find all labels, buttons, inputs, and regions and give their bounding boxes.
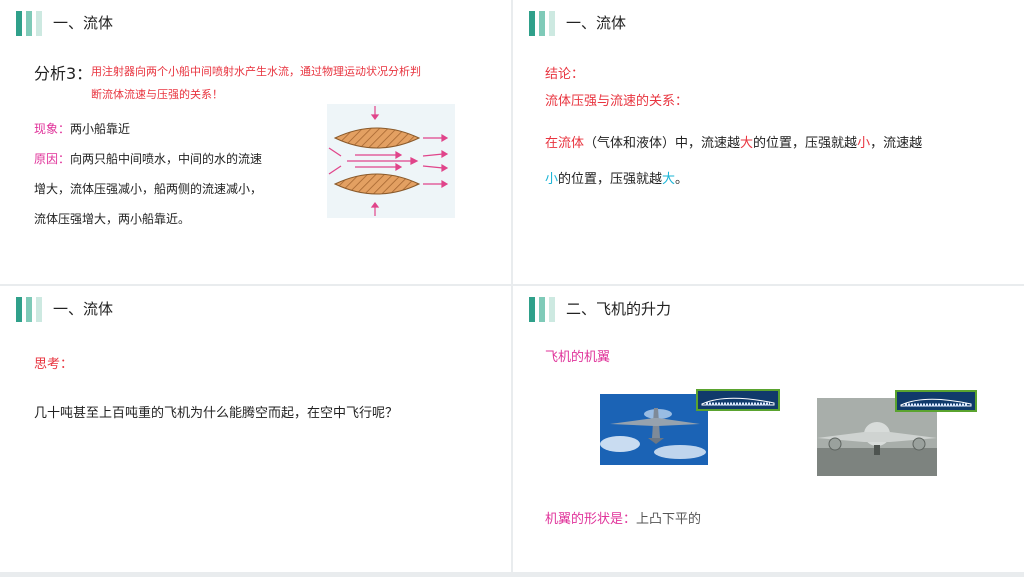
sentence-part: 的位置，压强就越: [753, 136, 858, 151]
slide-title: 一、流体: [53, 14, 114, 32]
term-fluid: 在流体: [545, 136, 585, 151]
slide-fluid-analysis: 一、流体 分析3： 用注射器向两个小船中间喷射水产生水流，通过物理运动状况分析判…: [0, 0, 511, 284]
slide-title: 一、流体: [566, 14, 627, 32]
wing-section-inset-1: [696, 389, 780, 411]
phenomenon-label: 现象：: [34, 122, 71, 136]
slide-title: 一、流体: [53, 300, 114, 318]
conclusion-sentence-line-1: 在流体（气体和液体）中，流速越大的位置，压强就越小，流速越: [545, 132, 922, 151]
think-label: 思考：: [34, 357, 74, 372]
slide-fluid-conclusion: 一、流体 结论： 流体压强与流速的关系： 在流体（气体和液体）中，流速越大的位置…: [513, 0, 1024, 284]
reason-label: 原因：: [34, 152, 71, 166]
wing-section-inset-2: [895, 390, 977, 412]
sentence-part: 的位置，压强就越: [558, 172, 663, 187]
reason-line-1: 向两只船中间喷水，中间的水的流速: [70, 152, 263, 166]
shape-text: 上凸下平的: [636, 512, 702, 527]
phenomenon-text: 两小船靠近: [70, 122, 131, 136]
phenomenon-row: 现象：两小船靠近: [34, 120, 130, 137]
slide-fluid-thinking: 一、流体 思考： 几十吨甚至上百吨重的飞机为什么能腾空而起，在空中飞行呢？: [0, 286, 511, 572]
title-bars-icon: [529, 297, 559, 322]
conclusion-label: 结论：: [545, 67, 585, 82]
reason-line-3: 流体压强增大，两小船靠近。: [34, 212, 191, 226]
analysis-label: 分析3：: [34, 64, 93, 83]
keyword-big-2: 大: [662, 172, 676, 187]
sentence-part: （气体和液体）中，流速越: [584, 136, 741, 151]
title-bars-icon: [16, 297, 46, 322]
bomber-plane-photo: [600, 394, 708, 465]
conclusion-subtitle: 流体压强与流速的关系：: [545, 94, 689, 109]
wing-shape-row: 机翼的形状是：上凸下平的: [545, 508, 701, 527]
question-text: 几十吨甚至上百吨重的飞机为什么能腾空而起，在空中飞行呢？: [34, 406, 399, 421]
keyword-small-1: 小: [857, 136, 871, 151]
analysis-line-1: 用注射器向两个小船中间喷射水产生水流，通过物理运动状况分析判: [91, 65, 421, 78]
keyword-small-2: 小: [545, 172, 559, 187]
analysis-line-2: 断流体流速与压强的关系！: [91, 88, 223, 101]
keyword-big-1: 大: [740, 136, 754, 151]
boats-water-flow-diagram: [327, 104, 455, 218]
wing-label: 飞机的机翼: [545, 350, 611, 365]
sentence-part: 。: [675, 172, 689, 187]
shape-label: 机翼的形状是：: [545, 512, 637, 527]
reason-row: 原因：向两只船中间喷水，中间的水的流速: [34, 150, 262, 167]
conclusion-sentence-line-2: 小的位置，压强就越大。: [545, 168, 688, 187]
sentence-part: ，流速越: [870, 136, 923, 151]
slide-airplane-lift: 二、飞机的升力 飞机的机翼 机翼的形状是：上凸下平的: [513, 286, 1024, 572]
reason-line-2: 增大，流体压强减小，船两侧的流速减小，: [34, 182, 263, 196]
title-bars-icon: [529, 11, 559, 36]
title-bars-icon: [16, 11, 46, 36]
slide-title: 二、飞机的升力: [566, 300, 672, 318]
